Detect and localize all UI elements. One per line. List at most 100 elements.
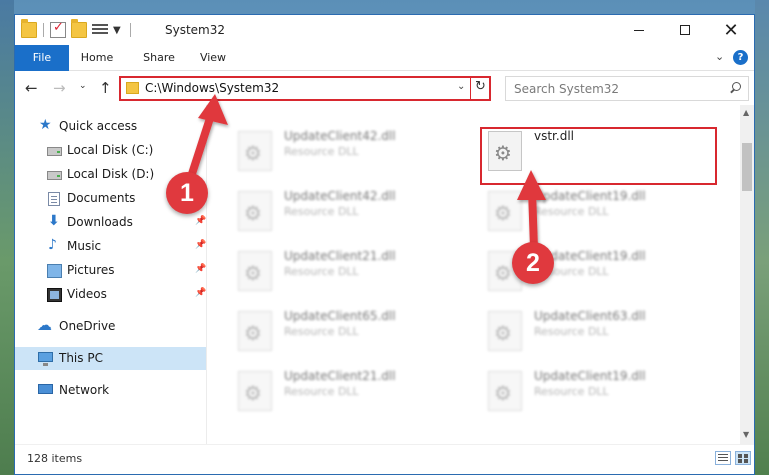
- desktop-background-left: [0, 0, 14, 475]
- folder-icon[interactable]: [21, 19, 37, 38]
- search-box[interactable]: Search System32: [505, 76, 749, 101]
- window-title: System32: [165, 23, 226, 37]
- properties-check-icon[interactable]: [50, 20, 66, 38]
- title-bar: ▼ System32 ✕: [15, 15, 754, 45]
- tab-view[interactable]: View: [193, 45, 233, 71]
- sidebar-item-label: Videos: [67, 287, 107, 301]
- vertical-scrollbar[interactable]: ▲ ▼: [740, 105, 754, 444]
- status-bar: 128 items: [15, 444, 754, 474]
- quick-access-toolbar: ▼: [21, 19, 137, 39]
- sidebar-item-videos[interactable]: Videos 📌: [15, 283, 206, 306]
- file-name: UpdateClient63.dll: [534, 309, 646, 323]
- large-icons-view-icon[interactable]: [735, 451, 751, 465]
- close-button[interactable]: ✕: [708, 15, 754, 45]
- dll-file-icon: [238, 131, 272, 171]
- file-item[interactable]: UpdateClient42.dll Resource DLL: [230, 185, 470, 239]
- search-input[interactable]: Search System32: [514, 82, 619, 96]
- file-type: Resource DLL: [534, 205, 609, 218]
- new-folder-icon[interactable]: [71, 19, 87, 38]
- help-icon[interactable]: ?: [733, 50, 748, 65]
- file-type: Resource DLL: [284, 145, 359, 158]
- dll-file-icon: [238, 371, 272, 411]
- desktop-background-right: [755, 0, 769, 475]
- sidebar-item-music[interactable]: ♪ Music 📌: [15, 235, 206, 258]
- pin-icon[interactable]: 📌: [195, 264, 206, 274]
- file-name: UpdateClient42.dll: [284, 129, 396, 143]
- address-path[interactable]: C:\Windows\System32: [145, 81, 279, 95]
- scroll-thumb[interactable]: [742, 143, 752, 191]
- search-icon[interactable]: [727, 81, 743, 97]
- pin-icon[interactable]: 📌: [195, 216, 206, 226]
- file-item[interactable]: UpdateClient63.dll Resource DLL: [480, 305, 720, 359]
- file-name: UpdateClient65.dll: [284, 309, 396, 323]
- file-item[interactable]: UpdateClient19.dll Resource DLL: [480, 365, 720, 419]
- back-button[interactable]: ←: [25, 79, 38, 97]
- sidebar-item-this-pc[interactable]: This PC: [15, 347, 206, 370]
- maximize-button[interactable]: [662, 15, 708, 45]
- sidebar-item-label: Documents: [67, 191, 136, 205]
- tab-share[interactable]: Share: [137, 45, 181, 71]
- vstr-dll-highlight-box: [480, 127, 717, 185]
- file-type: Resource DLL: [284, 325, 359, 338]
- pin-icon[interactable]: 📌: [195, 288, 206, 298]
- file-name: UpdateClient21.dll: [284, 369, 396, 383]
- forward-button[interactable]: →: [53, 79, 66, 97]
- sidebar-item-label: Local Disk (D:): [67, 167, 155, 181]
- network-icon: [38, 384, 53, 394]
- expand-ribbon-chevron-icon[interactable]: ⌄: [715, 50, 724, 63]
- tab-file[interactable]: File: [15, 45, 69, 71]
- file-type: Resource DLL: [284, 265, 359, 278]
- customize-toolbar-caret-icon[interactable]: ▼: [113, 25, 121, 36]
- up-button[interactable]: ↑: [99, 79, 112, 97]
- sidebar-item-local-disk-c[interactable]: Local Disk (C:): [15, 139, 206, 162]
- scroll-down-icon[interactable]: ▼: [743, 430, 749, 439]
- dll-file-icon: [238, 311, 272, 351]
- pin-icon[interactable]: 📌: [195, 240, 206, 250]
- file-item[interactable]: UpdateClient65.dll Resource DLL: [230, 305, 470, 359]
- address-separator: [470, 78, 471, 99]
- local-disk-icon: [47, 171, 62, 180]
- toolbar-separator: [43, 23, 44, 37]
- sidebar-item-pictures[interactable]: Pictures 📌: [15, 259, 206, 282]
- file-type: Resource DLL: [284, 205, 359, 218]
- step-1-badge: 1: [166, 172, 208, 214]
- sidebar-item-downloads[interactable]: ⬇ Downloads 📌: [15, 211, 206, 234]
- details-view-icon[interactable]: [715, 451, 731, 465]
- tab-home[interactable]: Home: [77, 45, 117, 71]
- minimize-button[interactable]: [616, 15, 662, 45]
- ribbon-tabs: File Home Share View ⌄ ?: [15, 45, 754, 71]
- file-name: UpdateClient19.dll: [534, 189, 646, 203]
- file-item[interactable]: UpdateClient21.dll Resource DLL: [230, 365, 470, 419]
- recent-locations-icon[interactable]: ⌄: [79, 81, 87, 91]
- sidebar-item-network[interactable]: Network: [15, 379, 206, 402]
- dll-file-icon: [238, 191, 272, 231]
- sidebar-item-onedrive[interactable]: ☁ OneDrive: [15, 315, 206, 338]
- address-dropdown-icon[interactable]: ⌄: [457, 81, 465, 92]
- file-type: Resource DLL: [534, 385, 609, 398]
- sidebar-item-label: Quick access: [59, 119, 138, 133]
- address-bar[interactable]: C:\Windows\System32 ⌄ ↻: [119, 76, 491, 101]
- file-item[interactable]: UpdateClient21.dll Resource DLL: [230, 245, 470, 299]
- properties-list-icon[interactable]: [92, 22, 108, 38]
- sidebar-item-label: This PC: [59, 351, 103, 365]
- videos-icon: [47, 288, 62, 302]
- sidebar-item-label: Downloads: [67, 215, 133, 229]
- title-separator: [129, 23, 131, 37]
- file-type: Resource DLL: [284, 385, 359, 398]
- minimize-icon: [634, 29, 644, 31]
- file-type: Resource DLL: [534, 325, 609, 338]
- file-explorer-window: ▼ System32 ✕ File Home Share View ⌄ ? ← …: [14, 14, 755, 475]
- scroll-up-icon[interactable]: ▲: [743, 108, 749, 117]
- sidebar-item-label: Network: [59, 383, 110, 397]
- dll-file-icon: [488, 191, 522, 231]
- refresh-icon[interactable]: ↻: [475, 79, 486, 94]
- dll-file-icon: [488, 311, 522, 351]
- sidebar-item-quick-access[interactable]: ★ Quick access: [15, 115, 206, 138]
- file-item[interactable]: UpdateClient42.dll Resource DLL: [230, 125, 470, 179]
- onedrive-icon: ☁: [37, 316, 52, 334]
- music-icon: ♪: [48, 237, 57, 253]
- file-item[interactable]: UpdateClient19.dll Resource DLL: [480, 185, 720, 239]
- sidebar-item-label: Local Disk (C:): [67, 143, 154, 157]
- file-name: UpdateClient19.dll: [534, 369, 646, 383]
- pictures-icon: [47, 264, 62, 278]
